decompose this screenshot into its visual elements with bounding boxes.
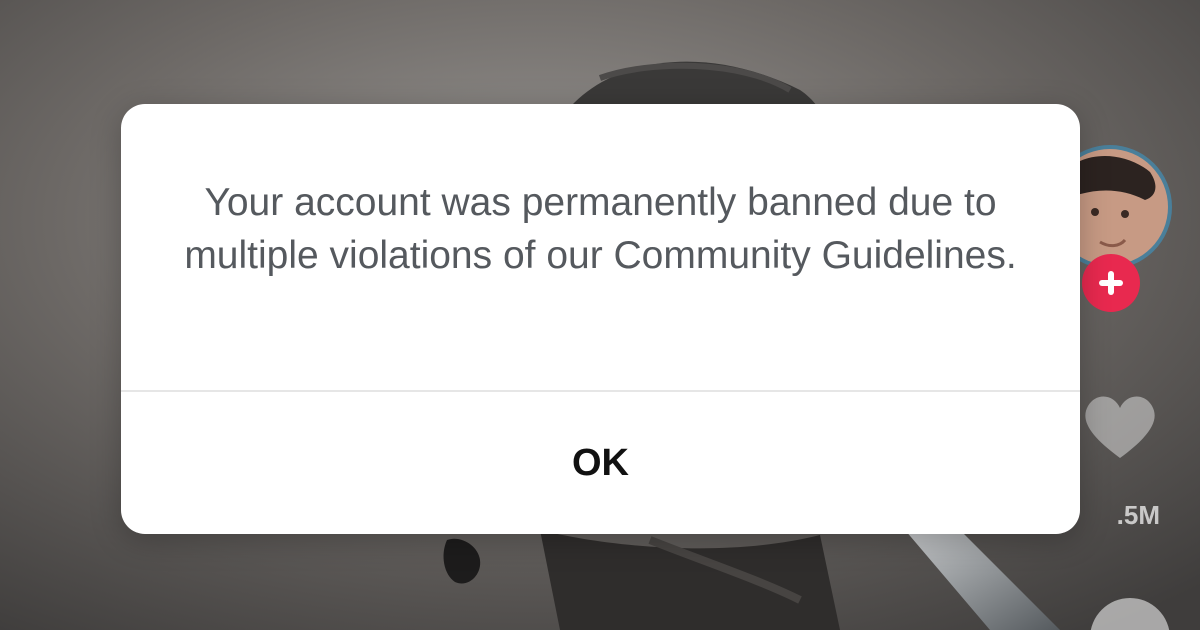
heart-icon[interactable] [1080, 388, 1160, 468]
user-avatar-icon[interactable] [1080, 142, 1180, 272]
plus-icon[interactable] [1082, 254, 1140, 312]
dialog-message: Your account was permanently banned due … [184, 181, 1017, 277]
tiktok-video-screen: .5M Your account was permanently banned … [0, 0, 1200, 630]
like-count: .5M [1116, 500, 1160, 530]
comment-icon[interactable] [1090, 598, 1170, 630]
account-banned-dialog: Your account was permanently banned due … [121, 104, 1080, 534]
video-action-rail: .5M [1080, 140, 1190, 630]
ok-button[interactable]: OK [121, 392, 1080, 534]
